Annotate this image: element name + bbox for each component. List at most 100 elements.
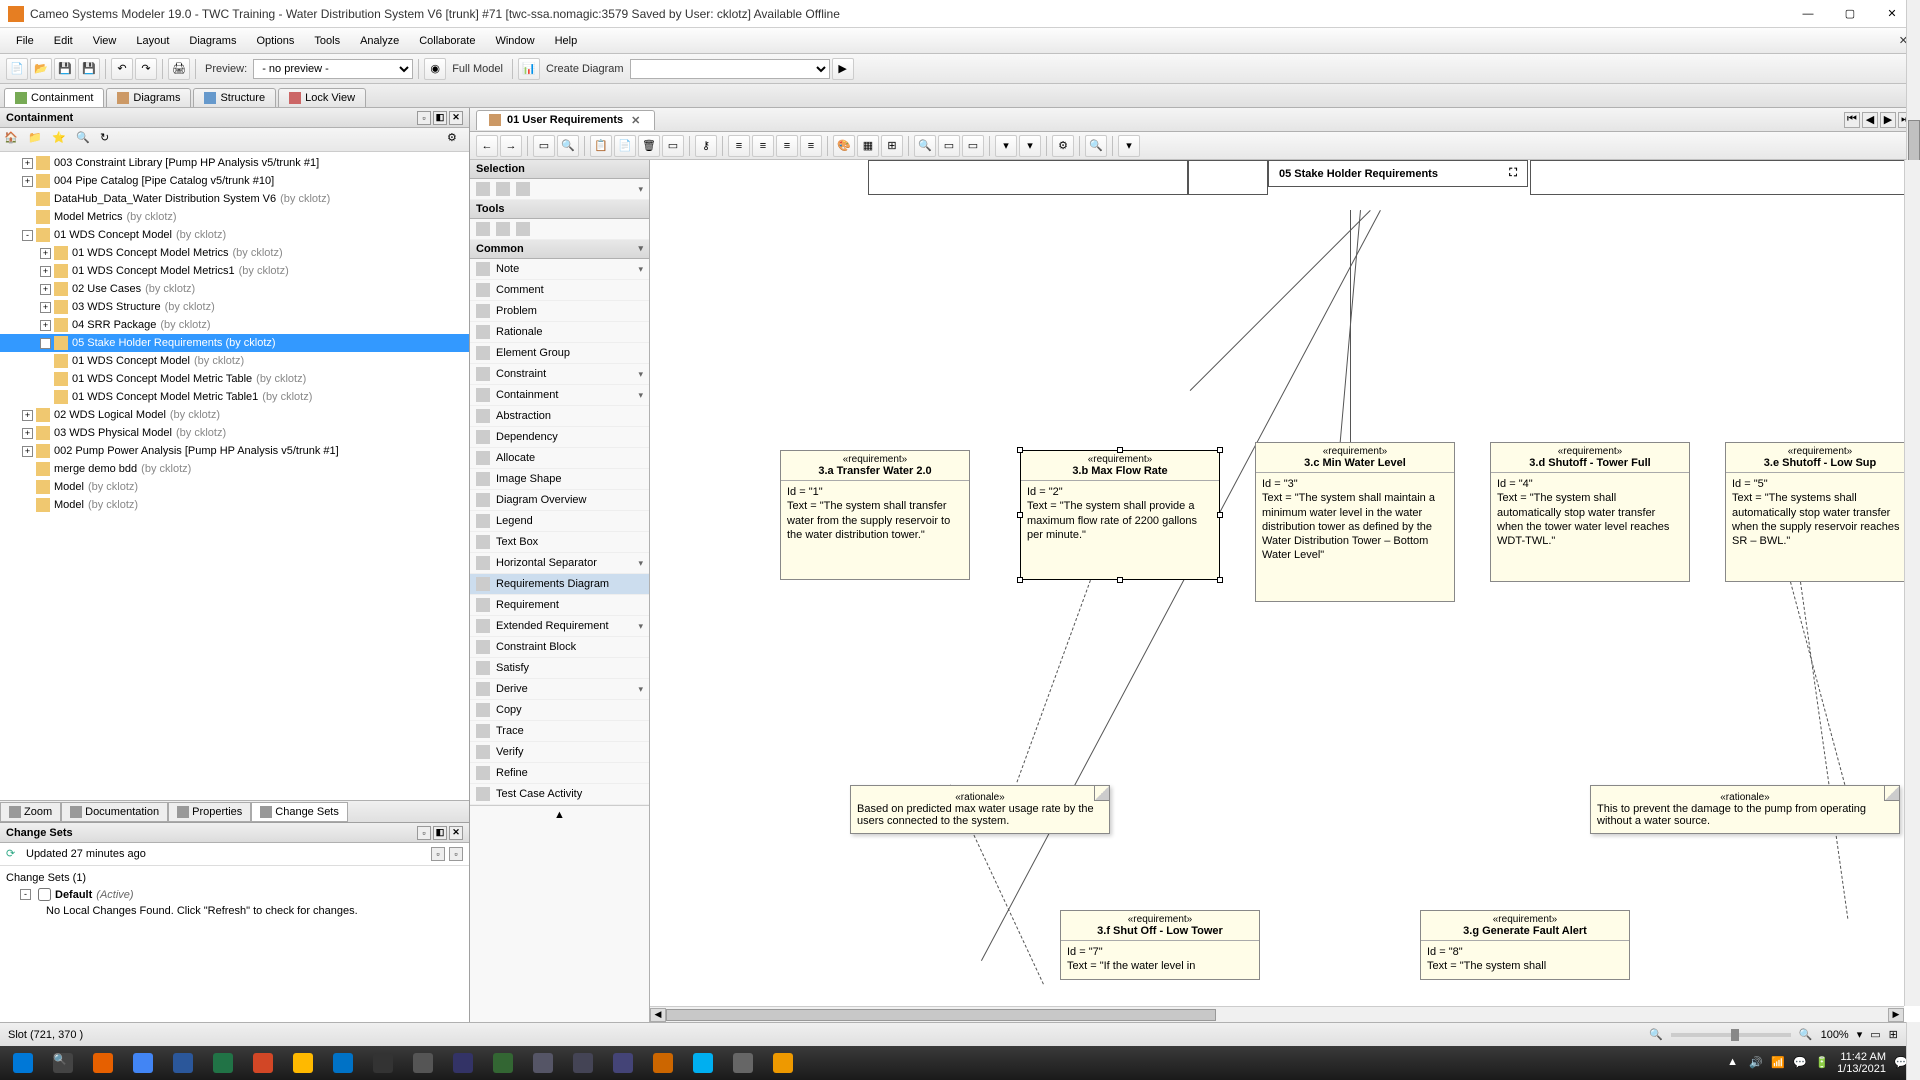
palette-tool-icons[interactable] xyxy=(470,219,649,240)
tree-row[interactable]: +01 WDS Concept Model Metrics(by cklotz) xyxy=(0,244,469,262)
palette-item[interactable]: Satisfy xyxy=(470,658,649,679)
tray-icon[interactable]: 🔊 xyxy=(1749,1056,1763,1070)
tree-row[interactable]: +05 Stake Holder Requirements (by cklotz… xyxy=(0,334,469,352)
dt-delete[interactable]: 🗑 xyxy=(638,135,660,157)
palette-item[interactable]: Diagram Overview xyxy=(470,490,649,511)
zoom-dropdown-icon[interactable]: ▾ xyxy=(1857,1028,1863,1041)
palette-item[interactable]: Trace xyxy=(470,721,649,742)
menu-window[interactable]: Window xyxy=(485,32,544,50)
dt-filter[interactable]: ▾ xyxy=(1118,135,1140,157)
expand-icon[interactable]: + xyxy=(40,302,51,313)
diagram-type-select[interactable] xyxy=(630,59,830,79)
tray-icon[interactable]: 📶 xyxy=(1771,1056,1785,1070)
tab-changesets[interactable]: Change Sets xyxy=(251,802,348,822)
dt-search[interactable]: 🔍 xyxy=(1085,135,1107,157)
tree-row[interactable]: 01 WDS Concept Model Metric Table(by ckl… xyxy=(0,370,469,388)
palette-item[interactable]: Constraint Block xyxy=(470,637,649,658)
cs-restore-button[interactable]: ◧ xyxy=(433,826,447,840)
palette-item[interactable]: Comment xyxy=(470,280,649,301)
status-icon2[interactable]: ⊞ xyxy=(1889,1028,1898,1041)
palette-item[interactable]: Refine xyxy=(470,763,649,784)
tree-row[interactable]: +01 WDS Concept Model Metrics1(by cklotz… xyxy=(0,262,469,280)
zoom-slider[interactable] xyxy=(1671,1033,1791,1037)
go-button[interactable]: ▶ xyxy=(832,58,854,80)
tree-row[interactable]: Model Metrics(by cklotz) xyxy=(0,208,469,226)
palette-item[interactable]: Abstraction xyxy=(470,406,649,427)
menu-view[interactable]: View xyxy=(83,32,127,50)
dt-find[interactable]: 🔍 xyxy=(557,135,579,157)
nav-next[interactable]: ▶ xyxy=(1880,112,1896,128)
clock[interactable]: 11:42 AM 1/13/2021 xyxy=(1837,1051,1886,1075)
scroll-thumb[interactable] xyxy=(666,1009,1216,1021)
scroll-right-button[interactable]: ▶ xyxy=(1888,1008,1904,1022)
palette-item[interactable]: Rationale xyxy=(470,322,649,343)
palette-item[interactable]: Containment▾ xyxy=(470,385,649,406)
palette-item[interactable]: Extended Requirement▾ xyxy=(470,616,649,637)
minimize-button[interactable]: — xyxy=(1788,2,1828,26)
redo-button[interactable]: ↷ xyxy=(135,58,157,80)
palette-item[interactable]: Test Case Activity xyxy=(470,784,649,805)
dt-zoom1[interactable]: 🔍 xyxy=(914,135,936,157)
expand-icon[interactable]: + xyxy=(40,284,51,295)
palette-item[interactable]: Image Shape xyxy=(470,469,649,490)
palette-collapse[interactable]: ▲ xyxy=(470,805,649,824)
zoom-thumb[interactable] xyxy=(1731,1029,1739,1041)
requirement-box[interactable]: «requirement»3.e Shutoff - Low SupId = "… xyxy=(1725,442,1915,582)
requirement-box[interactable]: «requirement»3.a Transfer Water 2.0Id = … xyxy=(780,450,970,580)
dt-align4[interactable]: ≡ xyxy=(800,135,822,157)
taskbar-app9[interactable] xyxy=(724,1048,762,1078)
fwd-button[interactable]: → xyxy=(500,135,522,157)
preview-select[interactable]: - no preview - xyxy=(253,59,413,79)
refresh-icon[interactable]: ↻ xyxy=(100,131,118,149)
taskbar-app6[interactable] xyxy=(564,1048,602,1078)
print-button[interactable]: 🖨 xyxy=(168,58,190,80)
palette-item[interactable]: Text Box xyxy=(470,532,649,553)
tree-row[interactable]: +003 Constraint Library [Pump HP Analysi… xyxy=(0,154,469,172)
expand-icon[interactable]: + xyxy=(22,410,33,421)
tab-structure[interactable]: Structure xyxy=(193,88,276,107)
tray-icon[interactable]: 🔋 xyxy=(1815,1056,1829,1070)
cs-expand-button[interactable]: ▫ xyxy=(417,826,431,840)
requirement-box[interactable]: «requirement»3.g Generate Fault AlertId … xyxy=(1420,910,1630,980)
tree-row[interactable]: +04 SRR Package(by cklotz) xyxy=(0,316,469,334)
dt-fill[interactable]: 🎨 xyxy=(833,135,855,157)
maximize-button[interactable]: ▢ xyxy=(1830,2,1870,26)
star-icon[interactable]: ⭐ xyxy=(52,131,70,149)
resize-handle[interactable] xyxy=(1117,577,1123,583)
start-button[interactable] xyxy=(4,1048,42,1078)
home-icon[interactable]: 🏠 xyxy=(4,131,22,149)
create-diagram-icon[interactable]: 📊 xyxy=(518,58,540,80)
nav-prev[interactable]: ◀ xyxy=(1862,112,1878,128)
expand-icon[interactable]: - xyxy=(20,889,31,900)
resize-handle[interactable] xyxy=(1017,512,1023,518)
requirement-box[interactable]: «requirement»3.c Min Water LevelId = "3"… xyxy=(1255,442,1455,602)
gear-icon[interactable]: ⚙ xyxy=(447,131,465,149)
zoom-out-icon[interactable]: 🔍 xyxy=(1649,1028,1663,1041)
changesets-default[interactable]: - Default (Active) xyxy=(6,886,463,903)
tray-icon[interactable]: 💬 xyxy=(1793,1056,1807,1070)
expand-icon[interactable]: + xyxy=(22,446,33,457)
tree-row[interactable]: Model(by cklotz) xyxy=(0,478,469,496)
taskbar-app4[interactable] xyxy=(484,1048,522,1078)
tab-zoom[interactable]: Zoom xyxy=(0,802,61,822)
close-tab-icon[interactable]: ✕ xyxy=(629,114,642,127)
tree-row[interactable]: +002 Pump Power Analysis [Pump HP Analys… xyxy=(0,442,469,460)
palette-item[interactable]: Copy xyxy=(470,700,649,721)
tree-row[interactable]: +03 WDS Structure(by cklotz) xyxy=(0,298,469,316)
open-button[interactable]: 📂 xyxy=(30,58,52,80)
taskbar-powerpoint[interactable] xyxy=(244,1048,282,1078)
resize-handle[interactable] xyxy=(1017,447,1023,453)
dt-snap[interactable]: ⊞ xyxy=(881,135,903,157)
containment-tree[interactable]: +003 Constraint Library [Pump HP Analysi… xyxy=(0,152,469,800)
requirement-box[interactable]: «requirement»3.d Shutoff - Tower FullId … xyxy=(1490,442,1690,582)
chevron-down-icon[interactable]: ▾ xyxy=(638,184,643,195)
search-icon[interactable]: 🔍 xyxy=(76,131,94,149)
tree-row[interactable]: Model(by cklotz) xyxy=(0,496,469,514)
menu-diagrams[interactable]: Diagrams xyxy=(179,32,246,50)
dt-grid[interactable]: ▦ xyxy=(857,135,879,157)
requirement-box[interactable]: «requirement»3.b Max Flow RateId = "2"Te… xyxy=(1020,450,1220,580)
taskbar-chrome[interactable] xyxy=(124,1048,162,1078)
scroll-track[interactable] xyxy=(666,1008,1888,1022)
tab-lockview[interactable]: Lock View xyxy=(278,88,366,107)
rationale-note[interactable]: «rationale»Based on predicted max water … xyxy=(850,785,1110,834)
